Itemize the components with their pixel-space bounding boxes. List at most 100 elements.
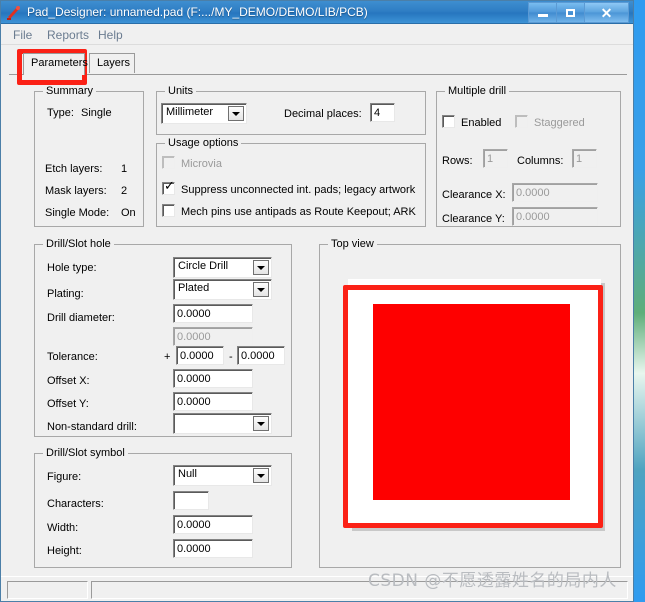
summary-mask-layers-label: Mask layers: xyxy=(45,185,107,197)
hole-type-label: Hole type: xyxy=(47,262,97,274)
summary-single-mode-label: Single Mode: xyxy=(45,207,110,219)
minimize-button[interactable] xyxy=(528,2,557,23)
drill-diameter-secondary-input: 0.0000 xyxy=(173,327,253,346)
maximize-icon xyxy=(566,8,575,17)
summary-legend: Summary xyxy=(43,85,97,97)
hole-type-combo[interactable]: Circle Drill xyxy=(173,257,272,278)
clearance-y-label: Clearance Y: xyxy=(442,213,505,225)
height-input[interactable]: 0.0000 xyxy=(173,539,253,558)
summary-type-value: Single xyxy=(81,107,112,119)
multiple-drill-rows-input: 1 xyxy=(483,149,508,168)
annotation-box-top-view xyxy=(343,285,603,528)
chevron-down-icon xyxy=(257,421,265,426)
plating-label: Plating: xyxy=(47,288,84,300)
tab-strip: Parameters Layers xyxy=(9,53,627,75)
chevron-down-icon xyxy=(257,265,265,270)
maximize-button[interactable] xyxy=(557,2,585,23)
characters-label: Characters: xyxy=(47,498,104,510)
multiple-drill-rows-label: Rows: xyxy=(442,155,473,167)
multiple-drill-enabled-checkbox[interactable] xyxy=(442,115,455,128)
non-standard-drill-combo-arrow[interactable] xyxy=(253,416,269,431)
menu-bar: File Reports Help xyxy=(1,24,633,45)
suppress-unconnected-label: Suppress unconnected int. pads; legacy a… xyxy=(181,184,416,196)
mech-pins-antipads-checkbox[interactable] xyxy=(162,204,175,217)
menu-item-file[interactable]: File xyxy=(9,27,36,43)
units-legend: Units xyxy=(165,85,197,97)
drill-slot-hole-legend: Drill/Slot hole xyxy=(43,238,114,250)
summary-single-mode-value: On xyxy=(121,207,136,219)
suppress-unconnected-checkbox[interactable]: ✓ xyxy=(162,179,175,195)
chevron-down-icon xyxy=(257,473,265,478)
summary-type-label: Type: xyxy=(47,107,74,119)
multiple-drill-enabled-label: Enabled xyxy=(461,117,502,129)
non-standard-drill-label: Non-standard drill: xyxy=(47,421,137,433)
top-view-legend: Top view xyxy=(328,238,377,250)
clearance-x-label: Clearance X: xyxy=(442,189,506,201)
window-title: Pad_Designer: unnamed.pad (F:.../MY_DEMO… xyxy=(27,5,368,19)
mech-pins-antipads-label: Mech pins use antipads as Route Keepout;… xyxy=(181,206,416,218)
pad-designer-icon xyxy=(7,6,20,20)
characters-input[interactable] xyxy=(173,491,209,510)
offset-y-input[interactable]: 0.0000 xyxy=(173,392,253,411)
close-icon: ✕ xyxy=(600,4,613,21)
screen: Pad_Designer: unnamed.pad (F:.../MY_DEMO… xyxy=(0,0,645,602)
close-button[interactable]: ✕ xyxy=(585,2,629,23)
tolerance-minus-sign: - xyxy=(229,351,233,363)
multiple-drill-staggered-label: Staggered xyxy=(534,117,585,129)
height-label: Height: xyxy=(47,545,82,557)
units-combo-value: Millimeter xyxy=(166,106,214,118)
tolerance-minus-input[interactable]: 0.0000 xyxy=(237,346,285,365)
figure-combo-value: Null xyxy=(178,468,197,480)
summary-etch-layers-value: 1 xyxy=(121,163,128,175)
chevron-down-icon xyxy=(257,287,265,292)
decimal-places-input[interactable]: 4 xyxy=(370,103,395,122)
hole-type-combo-arrow[interactable] xyxy=(253,260,269,275)
chevron-down-icon xyxy=(232,111,240,116)
tolerance-label: Tolerance: xyxy=(47,351,98,363)
hole-type-combo-value: Circle Drill xyxy=(178,260,229,272)
offset-y-label: Offset Y: xyxy=(47,398,89,410)
status-pane-left xyxy=(7,581,88,599)
drill-slot-symbol-legend: Drill/Slot symbol xyxy=(43,447,128,459)
tab-underline xyxy=(9,74,627,75)
tolerance-plus-input[interactable]: 0.0000 xyxy=(176,346,224,365)
checkmark-icon: ✓ xyxy=(164,179,175,194)
clearance-x-input: 0.0000 xyxy=(512,183,598,202)
offset-x-label: Offset X: xyxy=(47,375,90,387)
tab-layers[interactable]: Layers xyxy=(89,53,135,73)
multiple-drill-columns-label: Columns: xyxy=(517,155,564,167)
summary-etch-layers-label: Etch layers: xyxy=(45,163,103,175)
title-bar: Pad_Designer: unnamed.pad (F:.../MY_DEMO… xyxy=(1,1,633,24)
tolerance-plus-sign: + xyxy=(164,351,171,363)
minimize-icon xyxy=(537,14,548,17)
watermark-text: CSDN @不愿透露姓名的局内人 xyxy=(368,571,617,591)
figure-combo-arrow[interactable] xyxy=(253,468,269,483)
tab-parameters[interactable]: Parameters xyxy=(23,53,88,75)
width-label: Width: xyxy=(47,522,79,534)
plating-combo-arrow[interactable] xyxy=(253,282,269,297)
clearance-y-input: 0.0000 xyxy=(512,207,598,226)
figure-combo[interactable]: Null xyxy=(173,465,272,486)
width-input[interactable]: 0.0000 xyxy=(173,515,253,534)
decimal-places-label: Decimal places: xyxy=(284,108,362,120)
units-combo-arrow[interactable] xyxy=(228,106,244,121)
window-controls: ✕ xyxy=(528,2,629,23)
pad-designer-window: Pad_Designer: unnamed.pad (F:.../MY_DEMO… xyxy=(0,0,634,602)
usage-options-legend: Usage options xyxy=(165,137,242,149)
multiple-drill-staggered-checkbox xyxy=(515,115,528,128)
units-combo[interactable]: Millimeter xyxy=(161,103,247,124)
drill-diameter-label: Drill diameter: xyxy=(47,312,115,324)
offset-x-input[interactable]: 0.0000 xyxy=(173,369,253,388)
summary-mask-layers-value: 2 xyxy=(121,185,128,197)
plating-combo[interactable]: Plated xyxy=(173,279,272,300)
drill-diameter-input[interactable]: 0.0000 xyxy=(173,304,253,323)
microvia-checkbox xyxy=(162,156,175,169)
figure-label: Figure: xyxy=(47,471,82,483)
microvia-label: Microvia xyxy=(181,158,222,170)
multiple-drill-legend: Multiple drill xyxy=(445,85,510,97)
menu-item-help[interactable]: Help xyxy=(94,27,127,43)
non-standard-drill-combo[interactable] xyxy=(173,413,272,434)
plating-combo-value: Plated xyxy=(178,282,210,294)
menu-item-reports[interactable]: Reports xyxy=(43,27,93,43)
multiple-drill-columns-input: 1 xyxy=(572,149,597,168)
